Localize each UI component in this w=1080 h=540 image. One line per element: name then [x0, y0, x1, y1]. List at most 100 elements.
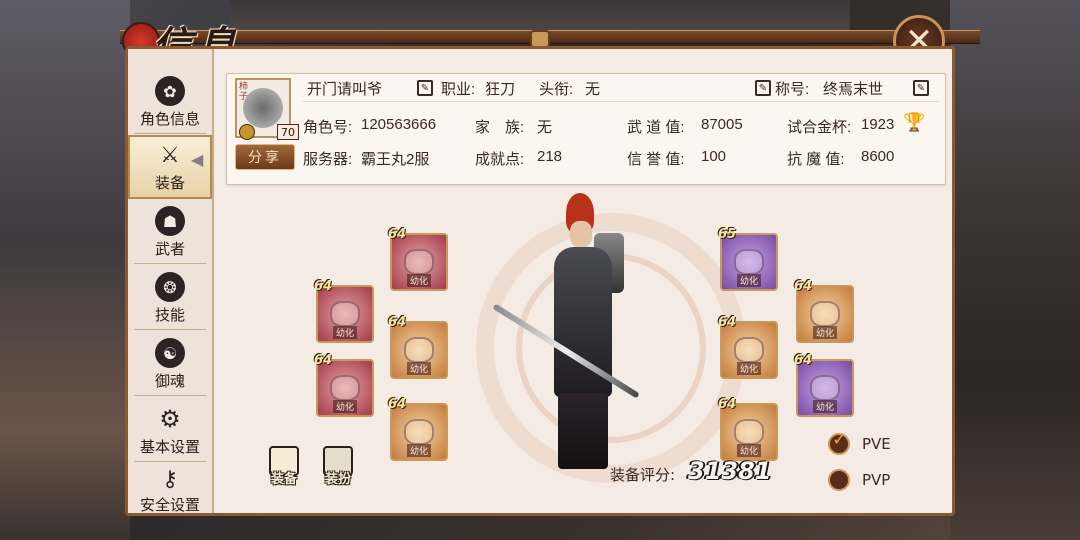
edit-name-icon[interactable]: ✎ [417, 80, 433, 96]
clan-label: 家 族: [475, 119, 525, 136]
slot-level: 64 [388, 397, 407, 412]
sidebar-divider [134, 329, 206, 330]
sidebar-item-label: 基本设置 [139, 439, 200, 456]
sidebar-item-character[interactable]: ✿ 角色信息 [128, 69, 212, 133]
sidebar-divider [134, 133, 206, 134]
sidebar-item-label: 装备 [154, 175, 185, 192]
helmet-slot[interactable]: 64 幼化 [388, 227, 448, 291]
score-label: 装备评分: [610, 466, 676, 484]
rank-medal-icon [239, 124, 255, 140]
title-label: 称号: [775, 81, 810, 98]
rank-value: 无 [585, 81, 601, 98]
achievement-label: 成就点: [475, 151, 525, 168]
slot-tag: 幼化 [406, 362, 432, 375]
sidebar-item-security[interactable]: ⚷ 安全设置 [128, 463, 212, 513]
helmet-icon [404, 249, 434, 275]
weapon-slot[interactable]: 65 幼化 [718, 227, 778, 291]
avatar-stamp: 柿子 [239, 82, 249, 102]
player-name: 开门请叫爷 [307, 81, 383, 98]
trial-label: 试合金杯: [787, 119, 852, 136]
belt-icon [404, 337, 434, 363]
reputation-label: 信 誉 值: [627, 151, 685, 168]
title-value: 终焉末世 [823, 81, 884, 98]
accessory-icon [810, 301, 840, 327]
boots-slot[interactable]: 64 幼化 [388, 397, 448, 461]
sidebar-item-label: 角色信息 [139, 111, 200, 128]
weapon-icon [734, 249, 764, 275]
accessory-slot-2[interactable]: 64 幼化 [718, 315, 778, 379]
accessory-slot-1[interactable]: 64 幼化 [794, 279, 854, 343]
pvp-toggle[interactable]: PVP [828, 469, 890, 491]
slot-level: 64 [388, 315, 407, 330]
sidebar-item-label: 技能 [154, 307, 185, 324]
slot-level: 64 [388, 227, 407, 242]
pve-toggle[interactable]: ✓ PVE [828, 429, 891, 455]
sidebar-item-skill[interactable]: ❂ 技能 [128, 265, 212, 329]
sidebar-item-settings[interactable]: ⚙ 基本设置 [128, 397, 212, 461]
armor-slot[interactable]: 64 幼化 [314, 279, 374, 343]
belt-slot[interactable]: 64 幼化 [388, 315, 448, 379]
server-label: 服务器: [303, 151, 353, 168]
slot-tag: 幼化 [812, 326, 838, 339]
accessory-slot-4[interactable]: 64 幼化 [718, 397, 778, 461]
slot-level: 64 [794, 353, 813, 368]
slot-level: 64 [794, 279, 813, 294]
slot-tag: 幼化 [736, 274, 762, 287]
accessory-icon [810, 375, 840, 401]
sword-icon: ⚔ [160, 142, 180, 168]
clan-value: 无 [537, 119, 553, 136]
slot-level: 64 [314, 353, 333, 368]
role-id-value: 120563666 [361, 116, 437, 133]
slot-tag: 幼化 [406, 274, 432, 287]
equip-mode-button[interactable]: 装备 [258, 435, 310, 487]
slot-tag: 幼化 [736, 444, 762, 457]
slot-tag: 幼化 [332, 326, 358, 339]
slot-level: 65 [718, 227, 737, 242]
sidebar-item-soul[interactable]: ☯ 御魂 [128, 331, 212, 395]
avatar[interactable]: 柿子 70 [235, 78, 299, 140]
sidebar-item-warrior[interactable]: ☗ 武者 [128, 199, 212, 263]
slot-level: 64 [718, 397, 737, 412]
check-icon: ✓ [832, 429, 848, 450]
pvp-label: PVP [862, 471, 891, 489]
role-id-label: 角色号: [303, 119, 353, 136]
slot-tag: 幼化 [332, 400, 358, 413]
background-right [950, 0, 1080, 540]
slot-level: 64 [718, 315, 737, 330]
resist-label: 抗 魔 值: [787, 151, 845, 168]
sidebar-divider [134, 263, 206, 264]
soul-icon: ☯ [155, 338, 185, 368]
accessory-icon [734, 337, 764, 363]
equip-mode-label: 装备 [270, 472, 297, 487]
job-value: 狂刀 [485, 81, 516, 98]
achievement-value: 218 [537, 148, 563, 165]
pants-slot[interactable]: 64 幼化 [314, 353, 374, 417]
skill-icon: ❂ [155, 272, 185, 302]
job-label: 职业: [441, 81, 476, 98]
outfit-mode-button[interactable]: 装扮 [312, 435, 364, 487]
background-left [0, 0, 130, 540]
hero-head [570, 221, 592, 247]
martial-value: 87005 [701, 116, 743, 133]
equipment-area: 64 幼化 64 幼化 64 幼化 64 幼化 64 幼化 65 幼化 64 幼… [226, 193, 946, 507]
sidebar-item-label: 御魂 [154, 373, 185, 390]
pve-label: PVE [862, 435, 891, 453]
main-panel: ✿ 角色信息 ⚔ 装备 ☗ 武者 ❂ 技能 ☯ 御魂 ⚙ 基本设置 ⚷ 安全设置… [125, 46, 955, 516]
security-icon: ⚷ [161, 467, 179, 492]
rank-label: 头衔: [539, 81, 574, 98]
trial-value: 1923 [861, 116, 895, 133]
slot-level: 64 [314, 279, 333, 294]
hero-legs [558, 393, 608, 469]
accessory-slot-3[interactable]: 64 幼化 [794, 353, 854, 417]
share-button[interactable]: 分享 [235, 144, 295, 170]
level-badge: 70 [277, 124, 299, 140]
edit-title-value-icon[interactable]: ✎ [913, 80, 929, 96]
reputation-value: 100 [701, 148, 727, 165]
character-icon: ✿ [155, 76, 185, 106]
character-model[interactable] [492, 193, 644, 473]
pvp-radio [828, 469, 850, 491]
resist-value: 8600 [861, 148, 895, 165]
gear-icon: ⚙ [159, 405, 181, 433]
edit-title-icon[interactable]: ✎ [755, 80, 771, 96]
slot-tag: 幼化 [736, 362, 762, 375]
